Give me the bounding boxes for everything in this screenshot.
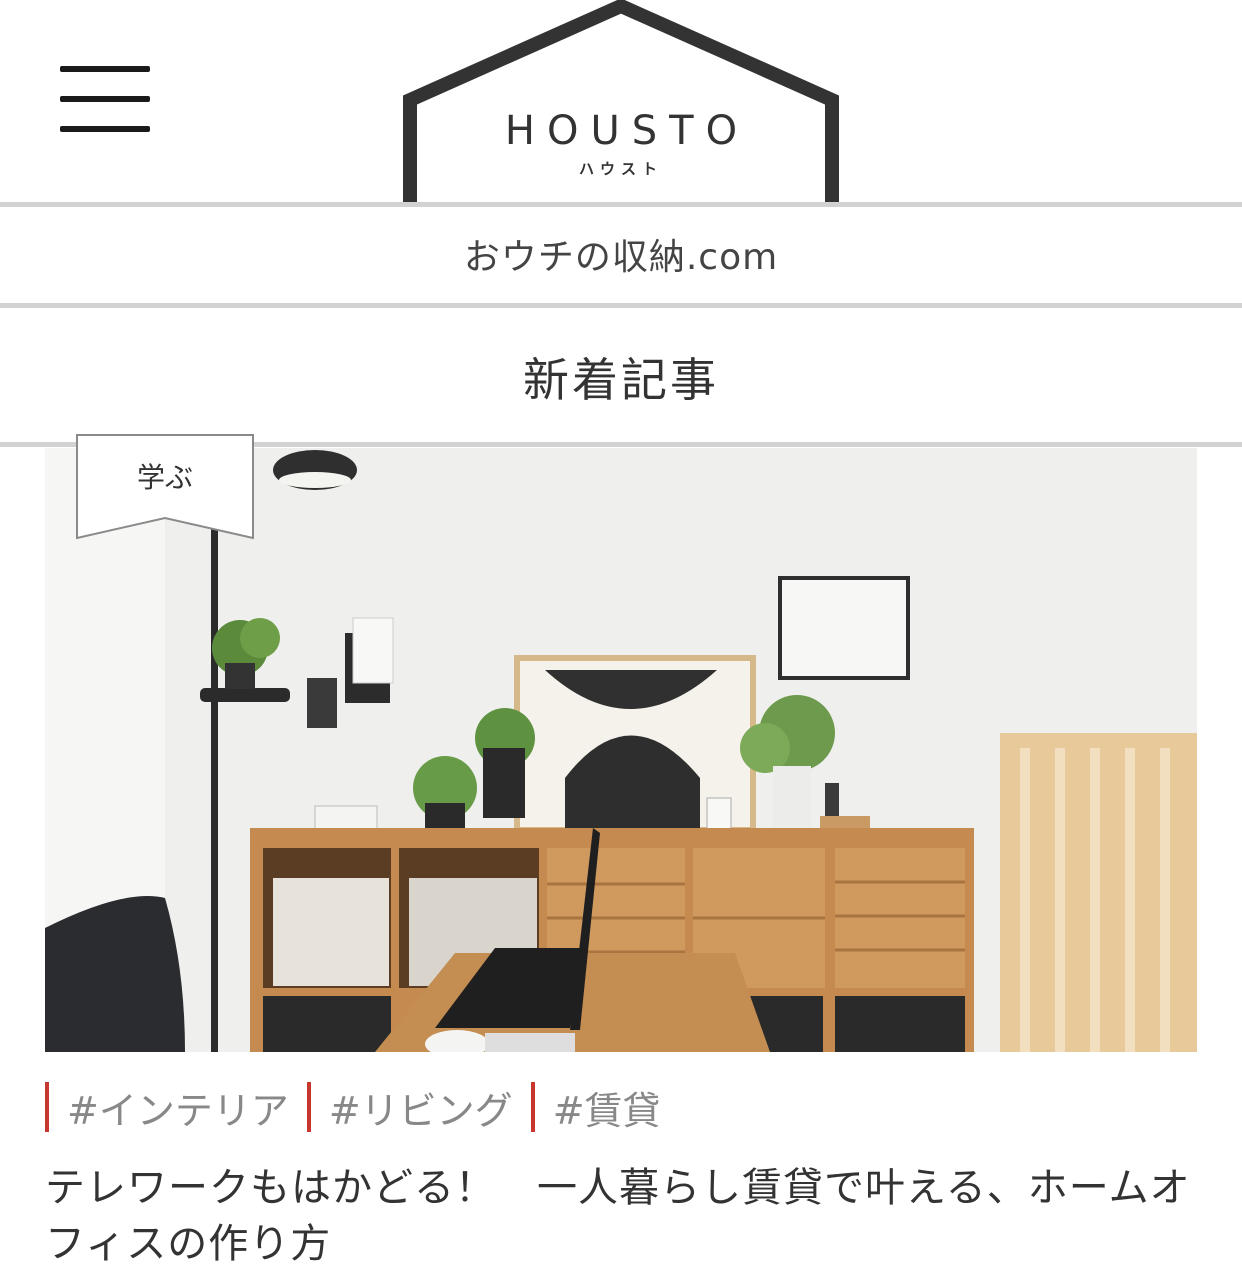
header-divider xyxy=(0,202,1242,207)
site-logo[interactable]: HOUSTO ハウスト xyxy=(400,0,842,202)
tag-rental[interactable]: #賃貸 xyxy=(530,1082,679,1133)
tag-interior[interactable]: #インテリア xyxy=(45,1082,307,1133)
logo-text: HOUSTO xyxy=(504,108,750,154)
site-name[interactable]: おウチの収納.com xyxy=(0,228,1242,280)
logo-subtext: ハウスト xyxy=(578,160,663,178)
hamburger-menu-icon[interactable] xyxy=(58,64,152,134)
site-header: HOUSTO ハウスト xyxy=(0,0,1242,202)
category-label[interactable]: 学ぶ xyxy=(76,456,254,496)
section-title: 新着記事 xyxy=(523,353,719,407)
tag-list: #インテリア #リビング #賃貸 xyxy=(45,1082,679,1133)
tag-living[interactable]: #リビング xyxy=(306,1082,531,1133)
site-name-divider xyxy=(0,303,1242,308)
article-title[interactable]: テレワークもはかどる！ 一人暮らし賃貸で叶える、ホームオフィスの作り方 xyxy=(45,1160,1205,1272)
